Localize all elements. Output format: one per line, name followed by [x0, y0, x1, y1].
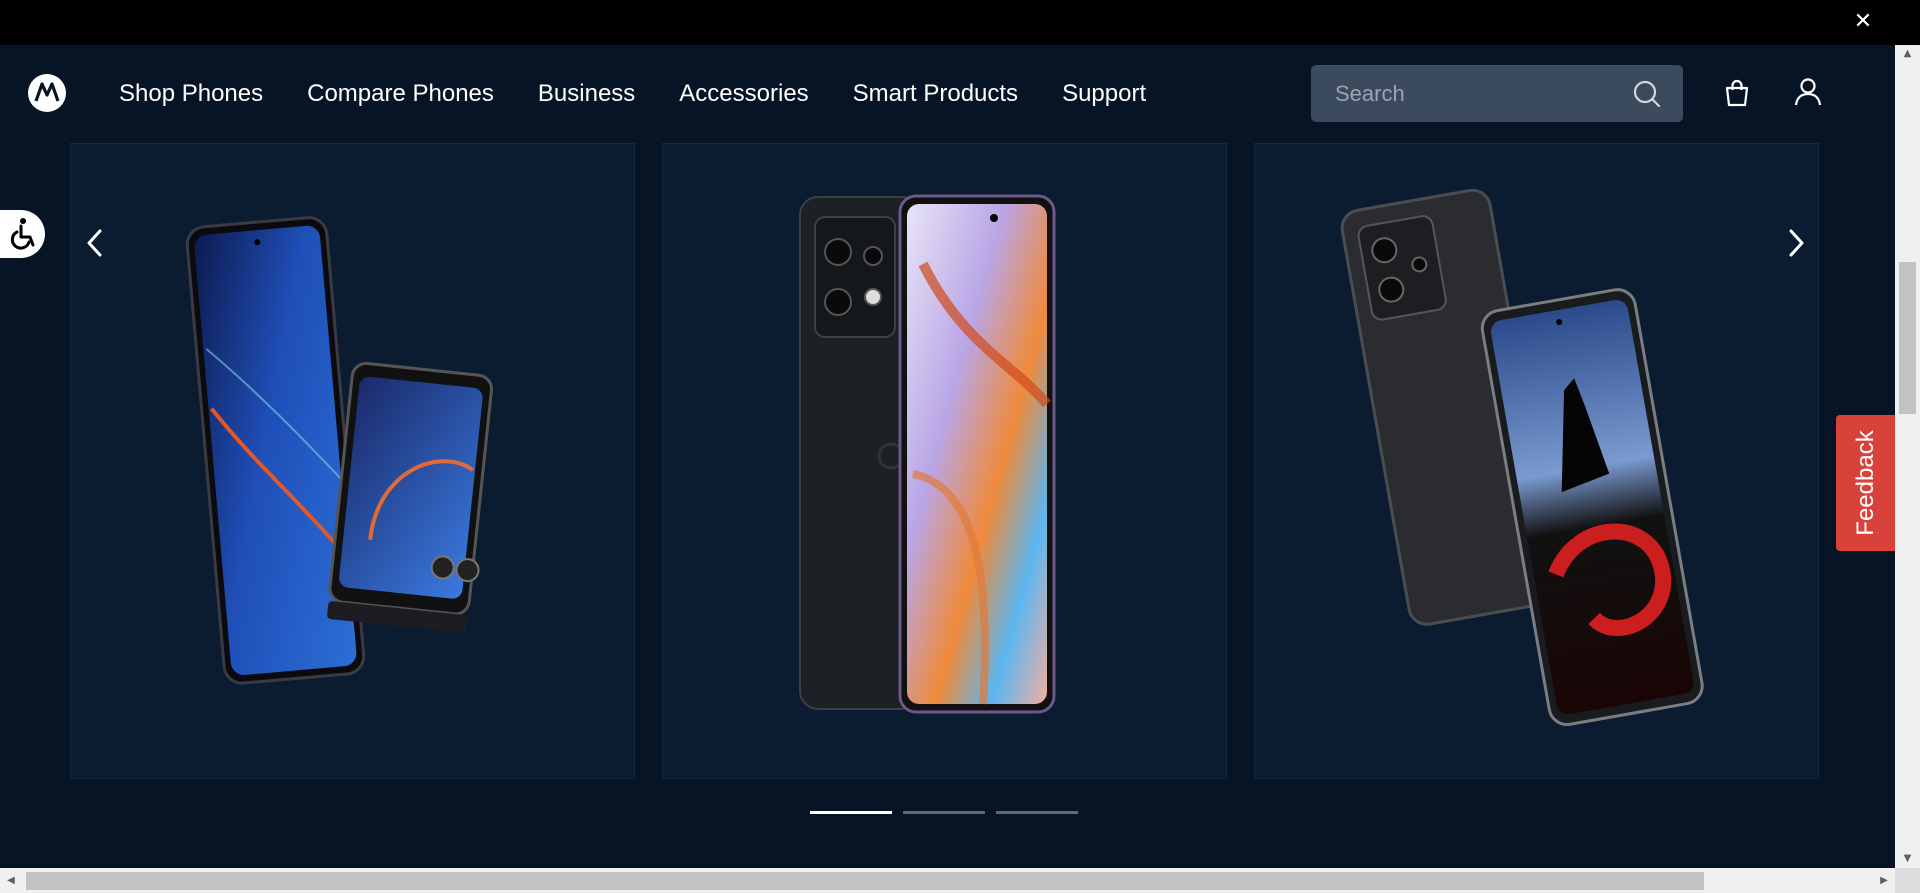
top-banner-bar: ✕	[0, 0, 1920, 45]
nav-link-smart-products[interactable]: Smart Products	[853, 80, 1018, 108]
chevron-left-icon	[87, 229, 102, 257]
chevron-right-icon	[1789, 229, 1804, 257]
carousel-prev-button[interactable]	[80, 223, 110, 263]
account-icon[interactable]	[1794, 77, 1822, 107]
search-input[interactable]	[1311, 65, 1621, 122]
edge-phone-image	[799, 194, 1056, 714]
accessibility-button[interactable]	[0, 210, 45, 258]
carousel-pagination	[810, 811, 1089, 814]
main-navigation: Shop Phones Compare Phones Business Acce…	[0, 45, 1895, 141]
carousel-dot-1[interactable]	[810, 811, 892, 814]
carousel-dot-2[interactable]	[903, 811, 985, 814]
nav-links: Shop Phones Compare Phones Business Acce…	[119, 80, 1190, 108]
scrollbar-corner	[1895, 868, 1920, 893]
feedback-tab[interactable]: Feedback	[1836, 415, 1895, 551]
search-icon[interactable]	[1633, 80, 1661, 108]
vertical-scrollbar-thumb[interactable]	[1899, 262, 1916, 414]
page: Shop Phones Compare Phones Business Acce…	[0, 45, 1895, 868]
feedback-label: Feedback	[1851, 430, 1879, 536]
razr-flip-phone-image	[185, 216, 494, 685]
scroll-down-arrow-icon[interactable]: ▼	[1895, 850, 1920, 868]
search-box	[1311, 65, 1683, 122]
wheelchair-icon	[10, 218, 35, 250]
close-icon[interactable]: ✕	[1852, 11, 1874, 33]
product-card-3[interactable]	[1254, 143, 1819, 779]
scroll-left-arrow-icon[interactable]: ◀	[0, 868, 22, 893]
nav-link-business[interactable]: Business	[538, 80, 635, 108]
product-card-1[interactable]	[70, 143, 635, 779]
motorola-logo[interactable]	[28, 74, 66, 112]
scroll-right-arrow-icon[interactable]: ▶	[1873, 868, 1895, 893]
horizontal-scrollbar-thumb[interactable]	[26, 872, 1704, 890]
scroll-up-arrow-icon[interactable]: ▲	[1895, 45, 1920, 63]
nav-link-support[interactable]: Support	[1062, 80, 1146, 108]
thinkphone-image	[1340, 188, 1704, 726]
vertical-scrollbar[interactable]	[1895, 45, 1920, 868]
shopping-bag-icon[interactable]	[1724, 79, 1750, 107]
nav-link-shop-phones[interactable]: Shop Phones	[119, 80, 263, 108]
carousel-next-button[interactable]	[1781, 223, 1811, 263]
nav-link-compare-phones[interactable]: Compare Phones	[307, 80, 494, 108]
carousel-dot-3[interactable]	[996, 811, 1078, 814]
product-card-2[interactable]	[662, 143, 1227, 779]
nav-link-accessories[interactable]: Accessories	[679, 80, 808, 108]
